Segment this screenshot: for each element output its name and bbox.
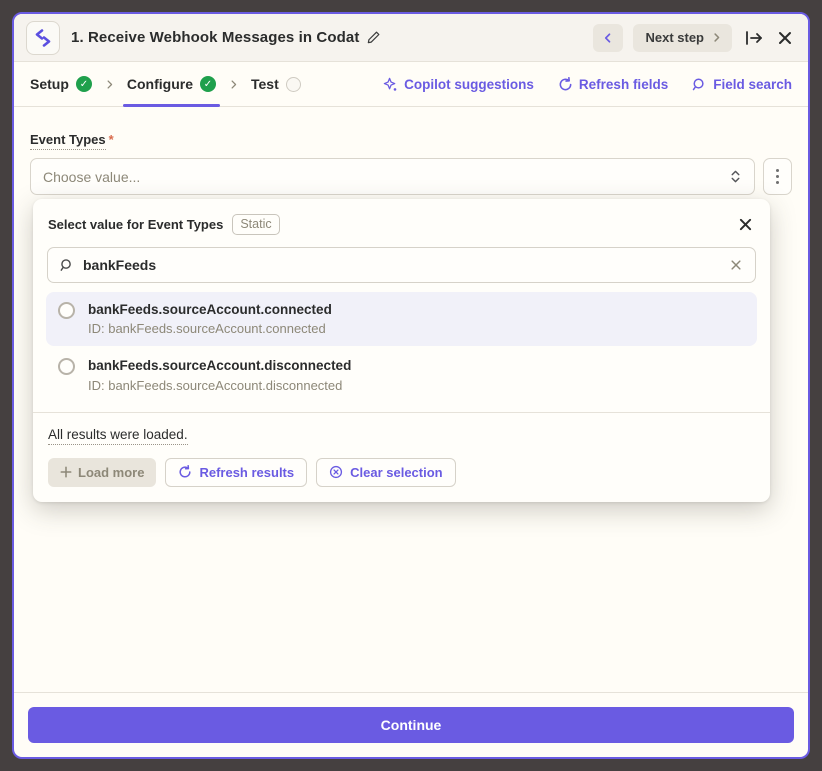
static-badge: Static [232,214,279,235]
event-types-control-row: Choose value... [30,158,792,195]
load-more-button[interactable]: Load more [48,458,156,487]
circle-x-icon [329,465,343,479]
kebab-dot [776,169,779,172]
close-panel-button[interactable] [776,29,794,47]
field-search-label: Field search [713,77,792,92]
collapse-panel-button[interactable] [742,28,766,48]
dropdown-placeholder: Choose value... [43,169,729,185]
tab-test-label: Test [251,76,279,92]
option-bankfeeds-disconnected[interactable]: bankFeeds.sourceAccount.disconnected ID:… [46,348,757,402]
select-chevrons-icon [729,169,742,184]
step-editor-panel: 1. Receive Webhook Messages in Codat Nex… [12,12,810,759]
field-search-button[interactable]: Field search [692,77,792,92]
header: 1. Receive Webhook Messages in Codat Nex… [14,14,808,62]
tab-configure[interactable]: Configure ✓ [127,62,216,106]
configure-form: Event Types* Choose value... Select valu… [14,107,808,692]
edit-title-icon[interactable] [366,30,381,45]
bar-arrow-right-icon [744,30,764,46]
modal-footer: All results were loaded. Load more [33,413,770,502]
chevron-right-icon [711,32,722,43]
test-incomplete-circle-icon [286,77,301,92]
tab-setup[interactable]: Setup ✓ [30,62,92,106]
option-search-box [47,247,756,283]
radio-icon[interactable] [58,358,75,375]
event-types-dropdown[interactable]: Choose value... [30,158,755,195]
value-picker-modal: Select value for Event Types Static [33,199,770,502]
refresh-icon [558,77,573,92]
required-asterisk: * [109,132,114,147]
previous-step-button[interactable] [593,24,623,52]
tab-setup-label: Setup [30,76,69,92]
option-id: ID: bankFeeds.sourceAccount.connected [88,320,332,338]
refresh-results-label: Refresh results [199,465,294,480]
next-step-label: Next step [645,30,704,45]
header-actions: Next step [593,24,794,52]
copilot-suggestions-label: Copilot suggestions [404,77,534,92]
tab-separator-chevron-icon [104,79,115,90]
event-types-field: Event Types* [30,131,792,149]
codat-app-icon [26,21,60,55]
modal-footer-buttons: Load more Refresh results [48,458,755,487]
option-label: bankFeeds.sourceAccount.disconnected [88,356,351,376]
chevron-left-icon [602,32,614,44]
modal-close-button[interactable] [737,216,754,233]
search-icon [692,77,707,92]
copilot-suggestions-button[interactable]: Copilot suggestions [383,77,534,92]
results-status-text: All results were loaded. [48,427,188,445]
close-icon [739,218,752,231]
panel-footer: Continue [14,692,808,757]
next-step-button[interactable]: Next step [633,24,732,52]
option-id: ID: bankFeeds.sourceAccount.disconnected [88,377,351,395]
plus-icon [60,466,72,478]
kebab-dot [776,175,779,178]
clear-search-button[interactable] [728,257,744,273]
option-text: bankFeeds.sourceAccount.connected ID: ba… [88,300,332,338]
setup-complete-check-icon: ✓ [76,76,92,92]
angle-brackets-icon [33,28,53,48]
option-bankfeeds-connected[interactable]: bankFeeds.sourceAccount.connected ID: ba… [46,292,757,346]
refresh-fields-label: Refresh fields [579,77,668,92]
kebab-dot [776,181,779,184]
configure-complete-check-icon: ✓ [200,76,216,92]
modal-title: Select value for Event Types [48,217,223,232]
step-title: 1. Receive Webhook Messages in Codat [71,29,359,46]
sparkle-icon [383,77,398,92]
option-list: bankFeeds.sourceAccount.connected ID: ba… [33,292,770,403]
tab-test[interactable]: Test [251,62,301,106]
option-search-input[interactable] [83,257,719,273]
event-types-label: Event Types [30,132,106,150]
option-label: bankFeeds.sourceAccount.connected [88,300,332,320]
continue-button[interactable]: Continue [28,707,794,743]
modal-header: Select value for Event Types Static [33,199,770,244]
close-icon [778,31,792,45]
field-toolbar: Copilot suggestions Refresh fields Field… [383,77,792,92]
refresh-icon [178,465,192,479]
refresh-fields-button[interactable]: Refresh fields [558,77,668,92]
clear-selection-button[interactable]: Clear selection [316,458,456,487]
tab-configure-label: Configure [127,76,193,92]
tab-separator-chevron-icon [228,79,239,90]
clear-x-icon [730,259,742,271]
clear-selection-label: Clear selection [350,465,443,480]
refresh-results-button[interactable]: Refresh results [165,458,307,487]
step-tabs: Setup ✓ Configure ✓ Test Copilot suggest… [14,62,808,107]
radio-icon[interactable] [58,302,75,319]
load-more-label: Load more [78,465,144,480]
search-icon [59,258,74,273]
field-options-kebab-button[interactable] [763,158,792,195]
option-text: bankFeeds.sourceAccount.disconnected ID:… [88,356,351,394]
